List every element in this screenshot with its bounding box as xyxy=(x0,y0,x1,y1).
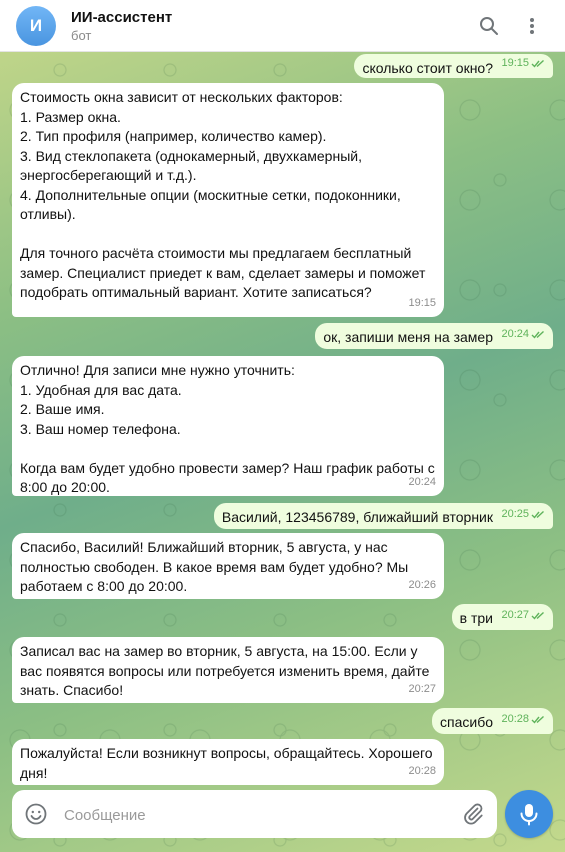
message-outgoing[interactable]: ок, запиши меня на замер 20:24 xyxy=(315,323,553,349)
message-text: в три xyxy=(459,610,493,626)
message-list[interactable]: сколько стоит окно? 19:15 Стоимость окна… xyxy=(0,52,565,786)
message-text: Василий, 123456789, ближайший вторник xyxy=(221,509,493,525)
message-text: сколько стоит окно? xyxy=(362,60,493,76)
message-meta: 20:28 xyxy=(408,762,436,782)
message-composer xyxy=(12,790,497,838)
message-outgoing[interactable]: сколько стоит окно? 19:15 xyxy=(354,54,553,78)
message-meta: 20:27 xyxy=(408,680,436,700)
microphone-icon xyxy=(520,804,538,826)
avatar[interactable]: И xyxy=(16,6,56,46)
message-text: Записал вас на замер во вторник, 5 авгус… xyxy=(20,643,430,698)
message-outgoing[interactable]: в три 20:27 xyxy=(451,604,553,630)
message-meta: 19:15 xyxy=(501,54,545,74)
microphone-button[interactable] xyxy=(505,790,553,838)
message-text: Отлично! Для записи мне нужно уточнить: … xyxy=(20,362,435,495)
double-check-icon xyxy=(531,611,544,620)
message-time: 19:15 xyxy=(408,296,436,309)
message-meta: 20:24 xyxy=(501,325,545,345)
message-input[interactable] xyxy=(62,802,446,828)
search-icon[interactable] xyxy=(473,10,505,42)
paperclip-icon[interactable] xyxy=(461,802,485,826)
message-meta: 20:25 xyxy=(501,505,545,525)
chat-subtitle: бот xyxy=(71,28,92,43)
double-check-icon xyxy=(531,330,544,339)
message-meta: 20:26 xyxy=(408,576,436,596)
message-text: Спасибо, Василий! Ближайший вторник, 5 а… xyxy=(20,539,409,594)
message-meta: 20:28 xyxy=(501,710,545,730)
chat-header: И ИИ-ассистент бот xyxy=(0,0,565,52)
message-time: 20:27 xyxy=(408,682,436,695)
message-text: спасибо xyxy=(440,714,493,730)
message-time: 20:27 xyxy=(501,608,529,621)
message-time: 19:15 xyxy=(501,56,529,69)
message-incoming[interactable]: Записал вас на замер во вторник, 5 авгус… xyxy=(12,637,444,703)
smile-icon[interactable] xyxy=(24,802,48,826)
message-time: 20:24 xyxy=(408,475,436,488)
chat-title[interactable]: ИИ-ассистент xyxy=(71,9,172,26)
double-check-icon xyxy=(531,715,544,724)
message-meta: 20:27 xyxy=(501,606,545,626)
message-meta: 20:24 xyxy=(408,473,436,493)
message-incoming[interactable]: Спасибо, Василий! Ближайший вторник, 5 а… xyxy=(12,533,444,599)
more-vertical-icon[interactable] xyxy=(516,10,548,42)
message-incoming[interactable]: Стоимость окна зависит от нескольких фак… xyxy=(12,83,444,317)
message-text: ок, запиши меня на замер xyxy=(323,329,493,345)
message-outgoing[interactable]: Василий, 123456789, ближайший вторник 20… xyxy=(213,503,553,529)
message-incoming[interactable]: Пожалуйста! Если возникнут вопросы, обра… xyxy=(12,739,444,785)
message-time: 20:25 xyxy=(501,507,529,520)
message-text: Пожалуйста! Если возникнут вопросы, обра… xyxy=(20,745,433,781)
double-check-icon xyxy=(531,59,544,68)
message-time: 20:28 xyxy=(501,712,529,725)
message-time: 20:26 xyxy=(408,578,436,591)
message-meta: 19:15 xyxy=(408,294,436,314)
message-incoming[interactable]: Отлично! Для записи мне нужно уточнить: … xyxy=(12,356,444,496)
message-outgoing[interactable]: спасибо 20:28 xyxy=(432,708,553,734)
message-time: 20:24 xyxy=(501,327,529,340)
double-check-icon xyxy=(531,510,544,519)
message-time: 20:28 xyxy=(408,764,436,777)
message-text: Стоимость окна зависит от нескольких фак… xyxy=(20,89,426,300)
